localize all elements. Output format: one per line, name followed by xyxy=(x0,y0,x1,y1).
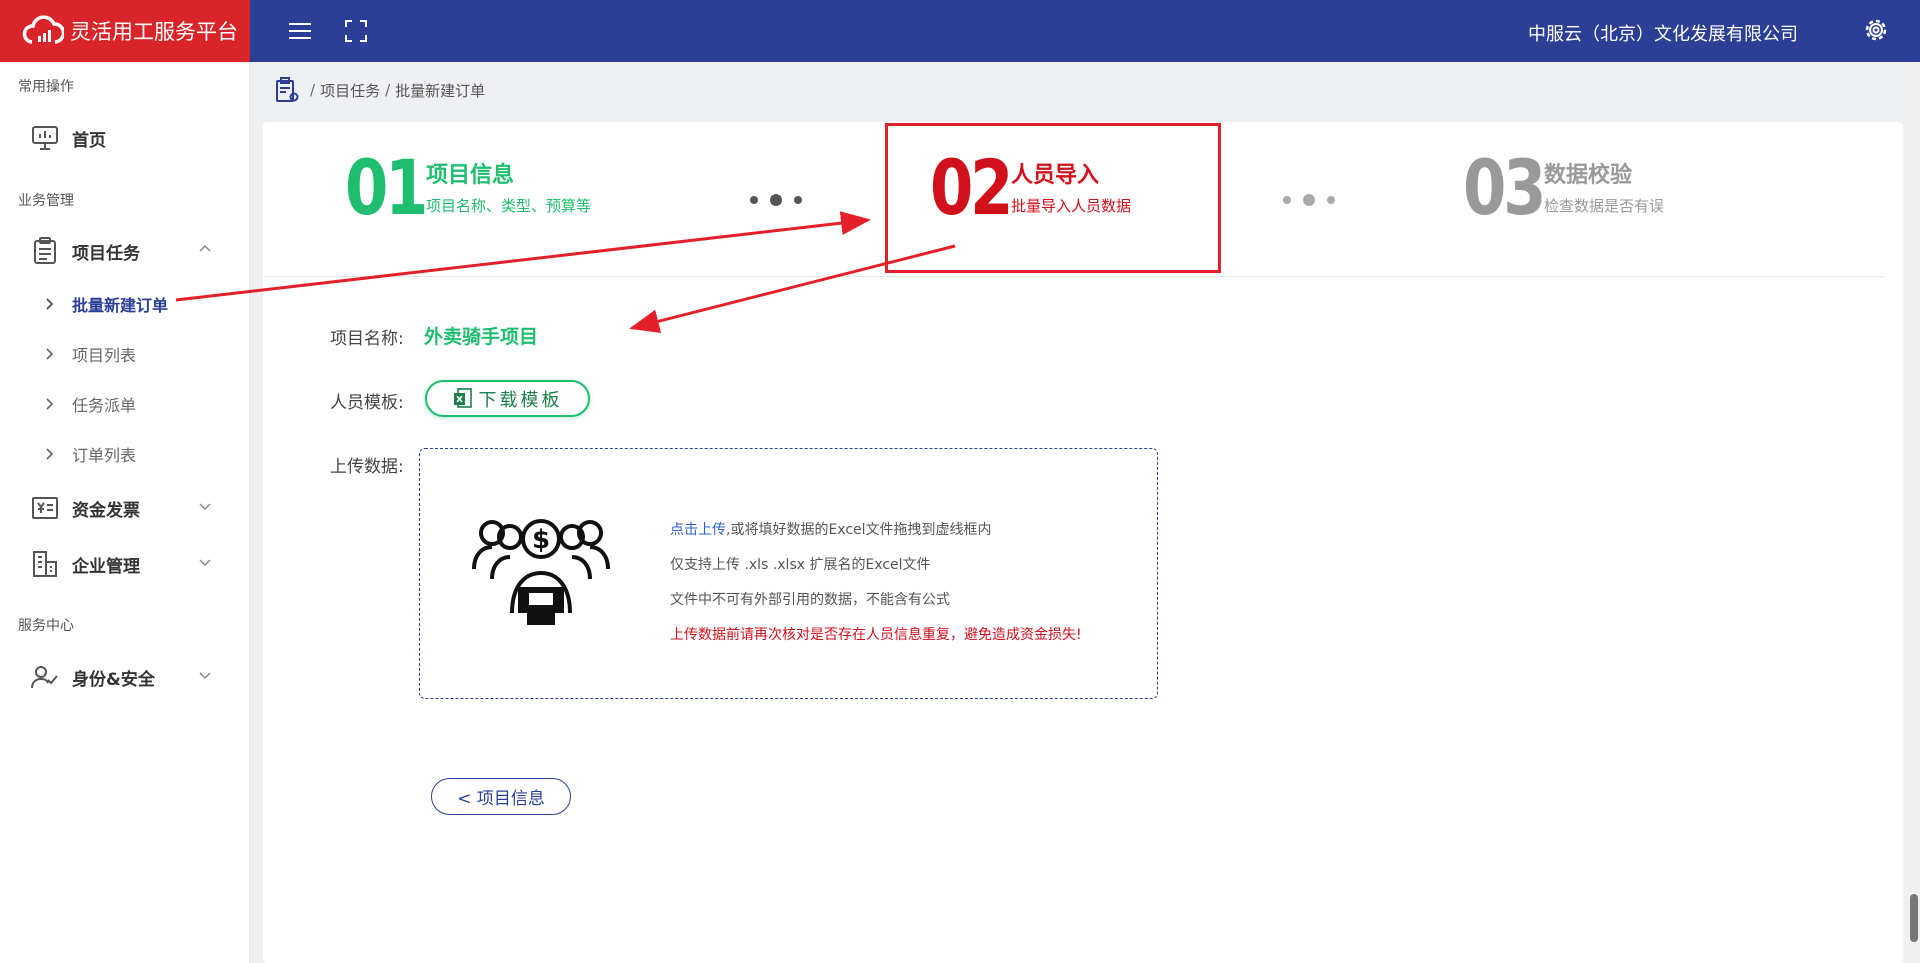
download-template-label: 下载模板 xyxy=(478,389,563,411)
sidebar-item-label: 身份&安全 xyxy=(72,669,155,690)
annotation-highlight-box xyxy=(885,123,1221,273)
sidebar-subitem-batch-order[interactable]: 批量新建订单 xyxy=(0,284,250,324)
sidebar-subitem-label: 订单列表 xyxy=(72,446,137,465)
sidebar-item-project-tasks[interactable]: 项目任务 xyxy=(0,228,250,274)
chevron-right-icon xyxy=(46,298,54,310)
step-connector-dots xyxy=(750,194,802,206)
breadcrumb-separator: / xyxy=(310,81,316,99)
sidebar-item-enterprise[interactable]: 企业管理 xyxy=(0,541,250,587)
step-data-validation: 03 数据校验 检查数据是否有误 xyxy=(1463,150,1664,226)
fullscreen-icon[interactable] xyxy=(341,16,371,46)
group-title-common: 常用操作 xyxy=(18,79,74,95)
sidebar-item-label: 项目任务 xyxy=(72,243,140,264)
step-subtitle: 检查数据是否有误 xyxy=(1544,196,1665,215)
chevron-right-icon xyxy=(46,398,54,410)
menu-icon[interactable] xyxy=(285,16,315,46)
click-upload-link[interactable]: 点击上传 xyxy=(670,522,726,538)
cloud-logo-icon xyxy=(22,15,64,44)
chevron-down-icon xyxy=(199,672,211,680)
breadcrumb-item-batch-order: 批量新建订单 xyxy=(395,81,486,100)
settings-icon[interactable] xyxy=(1860,14,1892,46)
project-name-label: 项目名称: xyxy=(330,329,404,349)
step-subtitle: 项目名称、类型、预算等 xyxy=(426,196,592,215)
chevron-right-icon xyxy=(46,348,54,360)
sidebar-subitem-label: 批量新建订单 xyxy=(72,296,169,315)
step-number: 03 xyxy=(1463,143,1546,232)
sidebar-subitem-label: 任务派单 xyxy=(72,396,137,415)
sidebar-subitem-project-list[interactable]: 项目列表 xyxy=(0,334,250,374)
download-template-button[interactable]: 下载模板 xyxy=(425,380,590,417)
sidebar-item-home[interactable]: 首页 xyxy=(0,115,250,161)
monitor-icon xyxy=(30,123,60,153)
brand-title: 灵活用工服务平台 xyxy=(70,20,238,44)
user-check-icon xyxy=(30,662,60,692)
upload-dropzone[interactable]: $ 点击上传,或将填好数据的Excel文件拖拽到虚线框内 仅支持上传 .xls … xyxy=(419,448,1158,699)
building-icon xyxy=(30,549,60,579)
chevron-down-icon xyxy=(199,503,211,511)
svg-text:$: $ xyxy=(532,525,550,555)
sidebar: 常用操作 首页 业务管理 项目任务 批量新建订单 项目列表 任务派单 订单列表 … xyxy=(0,62,250,963)
chevron-up-icon xyxy=(199,244,211,252)
step-project-info: 01 项目信息 项目名称、类型、预算等 xyxy=(345,150,591,226)
sidebar-item-funds-invoice[interactable]: 资金发票 xyxy=(0,485,250,531)
clipboard-icon xyxy=(30,236,60,266)
chevron-down-icon xyxy=(199,559,211,567)
sidebar-item-label: 企业管理 xyxy=(72,556,140,577)
sidebar-subitem-order-list[interactable]: 订单列表 xyxy=(0,434,250,474)
project-name-value: 外卖骑手项目 xyxy=(424,326,539,348)
upload-hint-format: 仅支持上传 .xls .xlsx 扩展名的Excel文件 xyxy=(670,557,931,573)
sidebar-item-label: 资金发票 xyxy=(72,500,140,521)
page-scrollbar[interactable] xyxy=(1906,62,1920,963)
company-name[interactable]: 中服云（北京）文化发展有限公司 xyxy=(1528,20,1798,46)
upload-label: 上传数据: xyxy=(330,457,404,477)
group-title-business: 业务管理 xyxy=(18,193,74,209)
divider xyxy=(265,276,1885,277)
template-label: 人员模板: xyxy=(330,393,404,413)
invoice-icon xyxy=(30,493,60,523)
excel-file-icon xyxy=(453,387,472,408)
sidebar-item-identity-security[interactable]: 身份&安全 xyxy=(0,654,250,700)
scrollbar-thumb[interactable] xyxy=(1910,894,1918,942)
step-title: 项目信息 xyxy=(426,162,515,188)
upload-warning: 上传数据前请再次核对是否存在人员信息重复，避免造成资金损失! xyxy=(670,627,1082,643)
upload-instructions: 点击上传,或将填好数据的Excel文件拖拽到虚线框内 仅支持上传 .xls .x… xyxy=(670,519,1082,659)
brand[interactable]: 灵活用工服务平台 xyxy=(0,0,250,62)
upload-hint-formula: 文件中不可有外部引用的数据，不能含有公式 xyxy=(670,592,950,608)
step-connector-dots xyxy=(1283,194,1335,206)
breadcrumb-separator: / xyxy=(385,81,391,99)
sidebar-item-label: 首页 xyxy=(72,130,106,151)
sidebar-subitem-label: 项目列表 xyxy=(72,346,137,365)
breadcrumb: / 项目任务 / 批量新建订单 xyxy=(275,77,485,103)
breadcrumb-item-project-tasks[interactable]: 项目任务 xyxy=(320,80,380,101)
back-to-project-info-button[interactable]: < 项目信息 xyxy=(431,778,571,815)
chevron-right-icon xyxy=(46,448,54,460)
sidebar-subitem-task-dispatch[interactable]: 任务派单 xyxy=(0,384,250,424)
people-money-illustration-icon: $ xyxy=(472,519,610,625)
clipboard-settings-icon xyxy=(276,77,299,102)
group-title-service: 服务中心 xyxy=(18,618,74,634)
top-bar: 灵活用工服务平台 中服云（北京）文化发展有限公司 xyxy=(0,0,1920,62)
step-number: 01 xyxy=(345,143,428,232)
step-title: 数据校验 xyxy=(1544,162,1633,188)
upload-hint-drag: ,或将填好数据的Excel文件拖拽到虚线框内 xyxy=(726,522,992,538)
